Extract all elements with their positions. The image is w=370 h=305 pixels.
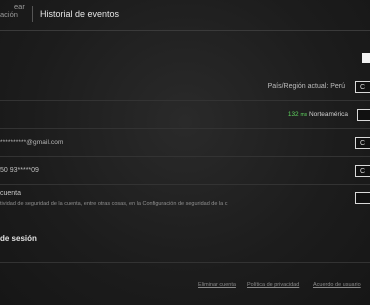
logout-button[interactable]: de sesión	[0, 234, 37, 243]
divider	[0, 184, 370, 185]
nav-divider	[32, 6, 33, 22]
divider	[0, 100, 370, 101]
divider	[0, 262, 370, 263]
security-button[interactable]	[355, 192, 370, 204]
ping-region: Norteamérica	[308, 111, 348, 118]
email-value: **********@gmail.com	[0, 139, 64, 146]
ping-button[interactable]	[357, 109, 370, 121]
phone-value: 50 93*****09	[0, 167, 39, 174]
region-label: País/Región actual: Perú	[267, 83, 345, 90]
security-description: tividad de seguridad de la cuenta, entre…	[0, 201, 228, 207]
top-divider	[0, 30, 370, 31]
top-right-element[interactable]	[362, 53, 370, 63]
divider	[0, 156, 370, 157]
email-button[interactable]: C	[355, 137, 370, 149]
nav-security-line2: ación	[0, 10, 18, 19]
nav-security-tab[interactable]: ear ación	[0, 3, 25, 19]
ping-unit: ms	[300, 112, 308, 118]
security-title: cuenta	[0, 190, 22, 197]
top-bar: ear ación Historial de eventos	[0, 0, 370, 31]
privacy-policy-link[interactable]: Política de privacidad	[247, 282, 299, 288]
region-button[interactable]: C	[355, 81, 370, 93]
ping-value: 132	[287, 111, 299, 118]
divider	[0, 128, 370, 129]
user-agreement-link[interactable]: Acuerdo de usuario	[313, 282, 361, 288]
delete-account-link[interactable]: Eliminar cuenta	[198, 282, 236, 288]
phone-button[interactable]: C	[355, 165, 370, 177]
nav-history-tab[interactable]: Historial de eventos	[40, 9, 119, 19]
ping-display: 132 ms Norteamérica	[288, 111, 348, 118]
